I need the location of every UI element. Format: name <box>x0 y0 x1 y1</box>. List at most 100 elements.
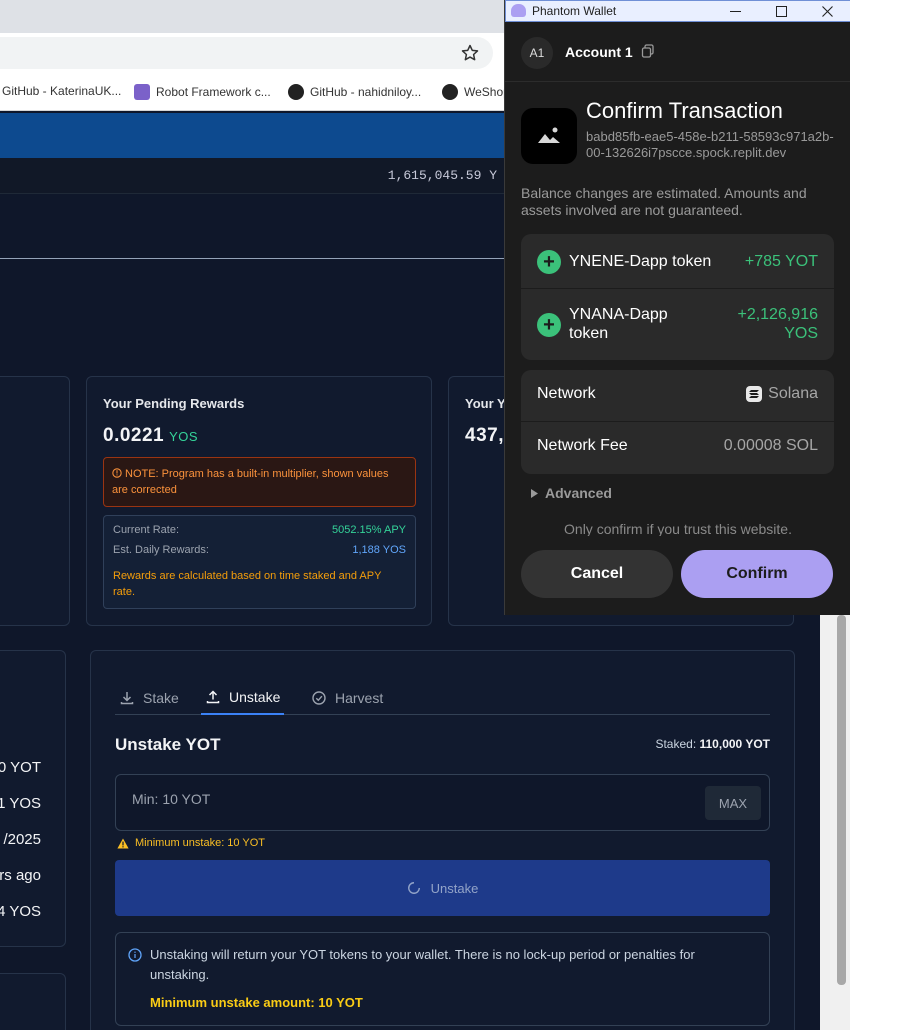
address-bar[interactable] <box>0 37 493 69</box>
confirm-heading: Confirm Transaction <box>586 98 783 123</box>
plus-icon: + <box>537 313 561 337</box>
info-value: rs ago <box>0 867 41 884</box>
ticker-value: 1,615,045.59 Y <box>387 168 497 183</box>
dapp-image-icon <box>521 108 577 164</box>
staked-value: 110,000 YOT <box>699 737 771 751</box>
max-button[interactable]: MAX <box>705 786 761 820</box>
network-row: Network Solana <box>521 370 834 422</box>
cancel-button[interactable]: Cancel <box>521 550 673 598</box>
window-titlebar: Phantom Wallet <box>505 0 850 22</box>
github-icon <box>288 84 304 100</box>
maximize-icon <box>775 5 787 17</box>
balance-change-row: + YNENE-Dapp token +785 YOT <box>521 234 834 289</box>
bookmark-item[interactable]: WeShop <box>442 84 505 100</box>
close-icon <box>821 5 833 17</box>
pending-amount: 0.0221 <box>103 425 165 446</box>
plus-icon: + <box>537 250 561 274</box>
unstake-info: Unstaking will return your YOT tokens to… <box>115 932 770 1026</box>
daily-rewards-label: Est. Daily Rewards: <box>113 544 209 556</box>
pending-unit: YOS <box>169 429 199 444</box>
account-name[interactable]: Account 1 <box>565 44 633 60</box>
daily-rewards-value: 1,188 YOS <box>352 544 406 556</box>
tab-label: Harvest <box>335 690 384 706</box>
balance-change-row: + YNANA-Dapp token +2,126,916 YOS <box>521 289 834 360</box>
section-divider <box>0 258 505 259</box>
multiplier-note: NOTE: Program has a built-in multiplier,… <box>103 457 416 507</box>
staking-info-card-partial: 0 YOT 1 YOS /2025 rs ago 4 YOS <box>0 650 66 947</box>
phantom-logo-icon <box>511 4 526 17</box>
unstake-amount-field: MAX <box>115 774 770 831</box>
balance-disclaimer: Balance changes are estimated. Amounts a… <box>521 185 807 218</box>
copy-icon[interactable] <box>641 44 655 58</box>
page-scrollbar[interactable] <box>820 615 850 1030</box>
bookmarks-bar: GitHub - KaterinaUK... Robot Framework c… <box>0 73 505 111</box>
tab-label: Unstake <box>229 689 281 705</box>
balance-changes: + YNENE-Dapp token +785 YOT + YNANA-Dapp… <box>521 234 834 360</box>
rate-details: Current Rate: 5052.15% APY Est. Daily Re… <box>103 515 416 609</box>
token-label: YNANA-Dapp token <box>569 306 668 342</box>
stats-card-partial <box>0 376 70 626</box>
screen: GitHub - KaterinaUK... Robot Framework c… <box>0 0 903 1030</box>
token-label: YNENE-Dapp token <box>569 253 712 270</box>
site-header <box>0 113 505 158</box>
network-value: Solana <box>746 385 818 403</box>
advanced-toggle[interactable]: Advanced <box>531 485 612 501</box>
scrollbar-thumb[interactable] <box>837 615 846 985</box>
github-icon <box>442 84 458 100</box>
maximize-button[interactable] <box>758 1 804 21</box>
unstake-title: Unstake YOT <box>115 735 221 754</box>
info-value: 0 YOT <box>0 759 41 776</box>
request-origin: babd85fb-eae5-458e-b211-58593c971a2b-00-… <box>586 129 834 160</box>
current-rate-value: 5052.15% APY <box>331 524 406 536</box>
bookmark-label: WeShop <box>464 85 505 99</box>
minimize-icon <box>729 10 741 12</box>
upload-icon <box>206 690 220 704</box>
warning-icon <box>117 838 129 848</box>
tab-stake[interactable]: Stake <box>119 681 179 715</box>
close-button[interactable] <box>804 1 850 21</box>
bookmark-item[interactable]: GitHub - KaterinaUK... <box>2 84 121 98</box>
staked-amount: Staked: 110,000 YOT <box>655 737 770 751</box>
network-fee-value: 0.00008 SOL <box>723 437 818 454</box>
pending-rewards-card: Your Pending Rewards 0.0221 YOS NOTE: Pro… <box>86 376 432 626</box>
bookmark-item[interactable]: Robot Framework c... <box>134 84 271 100</box>
token-amount: +2,126,916 YOS <box>737 306 818 342</box>
yield-value: 437, <box>465 425 504 446</box>
info-text: Unstaking will return your YOT tokens to… <box>150 947 695 982</box>
tab-unstake[interactable]: Unstake <box>201 681 285 715</box>
advanced-label: Advanced <box>545 485 612 501</box>
network-fee-label: Network Fee <box>537 437 628 454</box>
trust-warning: Only confirm if you trust this website. <box>564 521 792 536</box>
account-avatar[interactable]: A1 <box>521 37 553 69</box>
unstake-amount-input[interactable] <box>132 791 692 807</box>
browser-toolbar <box>0 33 505 73</box>
price-ticker: 1,615,045.59 Y <box>0 158 505 194</box>
network-name: Solana <box>768 385 818 402</box>
warning-text: Minimum unstake: 10 YOT <box>135 837 266 849</box>
unstake-button[interactable]: Unstake <box>115 860 770 916</box>
account-header: A1 Account 1 <box>505 22 850 82</box>
bookmark-star-icon[interactable] <box>460 43 480 63</box>
minimize-button[interactable] <box>712 1 758 21</box>
network-details: Network Solana Network Fee 0.00008 SOL <box>521 370 834 474</box>
download-icon <box>120 692 134 705</box>
info-circle-icon <box>112 468 122 478</box>
window-title: Phantom Wallet <box>532 4 617 18</box>
loading-spinner-icon <box>407 882 420 894</box>
confirm-button[interactable]: Confirm <box>681 550 833 598</box>
bookmark-label: GitHub - nahidniloy... <box>310 85 422 99</box>
token-amount: +785 YOT <box>744 253 818 270</box>
tab-label: Stake <box>143 690 179 706</box>
staked-label: Staked: <box>655 737 697 751</box>
robot-framework-icon <box>134 84 150 100</box>
tab-harvest[interactable]: Harvest <box>311 681 383 715</box>
info-icon <box>128 948 142 962</box>
rewards-note: Rewards are calculated based on time sta… <box>113 570 382 598</box>
info-value: 1 YOS <box>0 795 41 812</box>
current-rate-label: Current Rate: <box>113 524 180 536</box>
image-placeholder-icon <box>538 127 560 143</box>
card-title: Your Y <box>465 396 506 411</box>
bookmark-item[interactable]: GitHub - nahidniloy... <box>288 84 421 100</box>
info-min-amount: Minimum unstake amount: 10 YOT <box>150 995 363 1010</box>
solana-icon <box>746 386 763 402</box>
